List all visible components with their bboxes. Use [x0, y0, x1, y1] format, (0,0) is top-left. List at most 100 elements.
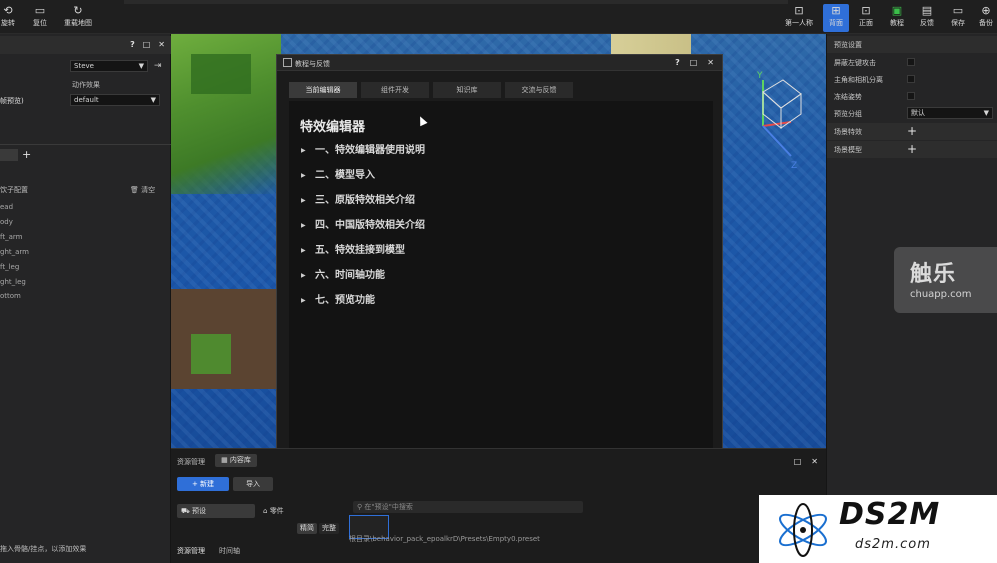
reset-icon: ▭ [34, 4, 46, 17]
anim-select[interactable]: default ▼ [70, 94, 160, 106]
help-icon[interactable]: ? [130, 40, 135, 49]
model-select[interactable]: Steve ▼ [70, 60, 148, 72]
caret-right-icon: ▶ [301, 146, 306, 154]
grid-icon: ▦ [221, 456, 228, 464]
help-icon[interactable]: ? [675, 58, 680, 67]
resource-label: 资源管理 [177, 458, 205, 466]
toolbar-strip [124, 0, 788, 4]
add-icon[interactable]: + [22, 148, 31, 161]
tab-timeline[interactable]: 时间轴 [219, 546, 240, 556]
atom-logo-icon [779, 503, 827, 557]
left-panel-controls: ? □ ✕ [130, 40, 165, 49]
path-text: 根目录\behavior_pack_epoalkrD\Presets\Empty… [349, 535, 540, 543]
rotate-icon: ⟲ [3, 4, 13, 17]
toc-item[interactable]: ▶ 三、原版特效相关介绍 [301, 191, 415, 206]
first-person-button[interactable]: ⊡ 第一人称 [782, 4, 816, 32]
front-view-button[interactable]: ⊡ 正面 [853, 4, 879, 32]
caret-right-icon: ▶ [301, 196, 306, 204]
doc-title: 特效编辑器 [300, 120, 366, 135]
toc-item[interactable]: ▶ 一、特效编辑器使用说明 [301, 141, 425, 156]
detach-camera-checkbox[interactable] [907, 75, 915, 83]
dialog-titlebar[interactable]: 教程与反馈 ? □ ✕ [277, 55, 722, 71]
toc-item[interactable]: ▶ 五、特效挂接到模型 [301, 241, 405, 256]
clear-button[interactable]: 🗑 清空 [130, 185, 155, 195]
part-item[interactable]: ⌂ 零件 [263, 506, 284, 516]
maximize-icon[interactable]: □ [794, 457, 802, 466]
bone-item[interactable]: ght_leg [0, 278, 26, 286]
close-icon[interactable]: ✕ [811, 457, 818, 466]
preset-icon: ⛟ [181, 507, 190, 515]
save-icon: ▭ [952, 4, 964, 17]
preview-group-select[interactable]: 默认 ▼ [907, 107, 993, 119]
dialog-title: 教程与反馈 [295, 60, 330, 68]
new-button[interactable]: + 新建 [177, 477, 229, 491]
doc-content: 特效编辑器 ▶ 一、特效编辑器使用说明 ▶ 二、模型导入 ▶ 三、原版特效相关介绍 ▶… [289, 101, 713, 491]
close-icon[interactable]: ✕ [707, 58, 714, 67]
reload-map-icon: ↻ [73, 4, 83, 17]
front-view-icon: ⊡ [861, 4, 871, 17]
caret-right-icon: ▶ [301, 246, 306, 254]
dock-controls: □ ✕ [794, 457, 818, 466]
toc-item[interactable]: ▶ 四、中国版特效相关介绍 [301, 216, 425, 231]
tab-resource-management[interactable]: 资源管理 [177, 546, 205, 556]
left-panel-header: ? □ ✕ [0, 36, 171, 54]
add-scene-effect-icon[interactable]: + [907, 124, 917, 138]
tab-community[interactable]: 交流与反馈 [505, 82, 573, 98]
preset-item[interactable]: ⛟ 预设 [177, 504, 255, 518]
window-icon [283, 58, 292, 67]
search-input[interactable]: ⚲ 在"预设"中搜索 [353, 501, 583, 513]
tutorial-icon: ▣ [891, 4, 903, 17]
toc-item[interactable]: ▶ 六、时间轴功能 [301, 266, 385, 281]
feedback-button[interactable]: ▤ 反馈 [914, 4, 940, 32]
anim-effect-label: 动作效果 [72, 81, 100, 89]
tree-leaves [191, 54, 251, 94]
toc-item[interactable]: ▶ 二、模型导入 [301, 166, 375, 181]
first-person-icon: ⊡ [794, 4, 804, 17]
export-icon[interactable]: ⇥ [154, 61, 162, 71]
block-left-click-checkbox[interactable] [907, 58, 915, 66]
maximize-icon[interactable]: □ [143, 40, 151, 49]
tutorial-button[interactable]: ▣ 教程 [884, 4, 910, 32]
chuapp-watermark: 触乐 chuapp.com [894, 247, 997, 313]
tab-component-dev[interactable]: 组件开发 [361, 82, 429, 98]
backup-button[interactable]: ⊕ 备份 [974, 4, 997, 32]
bone-item[interactable]: ght_arm [0, 248, 29, 256]
close-icon[interactable]: ✕ [158, 40, 165, 49]
filter-tab-full[interactable]: 完整 [319, 523, 339, 534]
caret-right-icon: ▶ [301, 296, 306, 304]
home-icon: ⌂ [263, 507, 268, 515]
axis-gizmo[interactable]: Y Z [741, 70, 811, 170]
tab-knowledge-base[interactable]: 知识库 [433, 82, 501, 98]
chevron-down-icon: ▼ [138, 62, 144, 70]
search-icon: ⚲ [357, 503, 363, 511]
back-view-button[interactable]: ⊞ 背面 [823, 4, 849, 32]
bottom-dock: 资源管理 ▦ 内容库 □ ✕ + 新建 导入 ⛟ 预设 ⌂ 零件 ⚲ 在"预设"… [171, 448, 826, 563]
bone-item[interactable]: ottom [0, 292, 21, 300]
bone-item[interactable]: ft_leg [0, 263, 19, 271]
reload-map-button[interactable]: ↻ 重载地图 [62, 4, 94, 32]
add-scene-model-icon[interactable]: + [907, 142, 917, 156]
bone-input[interactable] [0, 149, 18, 161]
rotate-button[interactable]: ⟲ 旋转 [0, 4, 24, 32]
caret-right-icon: ▶ [301, 171, 306, 179]
freeze-pose-checkbox[interactable] [907, 92, 915, 100]
reset-button[interactable]: ▭ 复位 [24, 4, 56, 32]
maximize-icon[interactable]: □ [690, 58, 698, 67]
bone-item[interactable]: ft_arm [0, 233, 22, 241]
import-button[interactable]: 导入 [233, 477, 273, 491]
preview-group-row: 预览分组 默认 ▼ [827, 105, 997, 122]
z-axis-line [762, 125, 792, 157]
trash-icon: 🗑 [130, 186, 139, 194]
dialog-controls: ? □ ✕ [675, 58, 714, 67]
toc-item[interactable]: ▶ 七、预览功能 [301, 291, 375, 306]
tab-current-editor[interactable]: 当前编辑器 [289, 82, 357, 98]
bone-item[interactable]: ody [0, 218, 13, 226]
caret-right-icon: ▶ [301, 271, 306, 279]
content-library-button[interactable]: ▦ 内容库 [215, 454, 257, 467]
caret-right-icon: ▶ [301, 221, 306, 229]
divider [0, 144, 171, 145]
detach-camera-row: 主角和相机分离 [827, 71, 997, 88]
filter-tab-simple[interactable]: 精简 [297, 523, 317, 534]
bone-item[interactable]: ead [0, 203, 13, 211]
save-button[interactable]: ▭ 保存 [945, 4, 971, 32]
